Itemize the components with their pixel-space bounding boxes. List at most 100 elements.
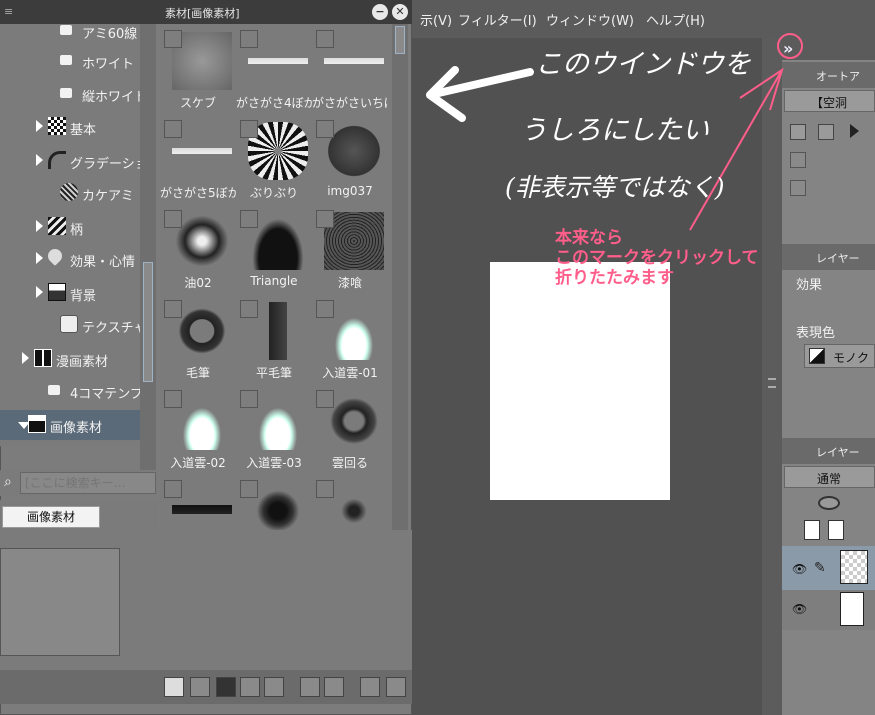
settings-icon[interactable] (360, 677, 380, 697)
paste-icon[interactable] (300, 677, 320, 697)
trash-icon[interactable] (386, 677, 406, 697)
material-cell[interactable]: Triangle (236, 206, 312, 296)
material-checkbox[interactable] (240, 300, 258, 318)
material-checkbox[interactable] (240, 480, 258, 498)
material-panel-titlebar[interactable]: ≡ 素材[画像素材] − ✕ (0, 0, 412, 24)
material-checkbox[interactable] (240, 120, 258, 138)
tree-item[interactable]: カケアミ (0, 178, 140, 208)
tree-item[interactable]: 画像素材 (0, 410, 140, 440)
new-vector-layer-icon[interactable] (828, 520, 844, 540)
layer-row[interactable]: 👁 ✎ (782, 546, 875, 590)
autoaction-check[interactable] (790, 124, 806, 140)
autoaction-set-select[interactable]: 【空洞 (784, 90, 875, 112)
material-checkbox[interactable] (164, 300, 182, 318)
material-cell[interactable]: 毛筆 (160, 296, 236, 386)
material-checkbox[interactable] (164, 480, 182, 498)
eye-icon[interactable]: 👁 (792, 562, 807, 576)
material-cell[interactable]: スケブ (160, 26, 236, 116)
tree-item[interactable]: グラデーション (0, 146, 140, 176)
material-cell[interactable]: 油02 (160, 206, 236, 296)
chevron-right-icon[interactable] (36, 220, 43, 232)
tree-item[interactable]: 柄 (0, 212, 140, 242)
chevron-right-icon[interactable] (36, 252, 43, 264)
menu-view[interactable]: 示(V) (420, 10, 452, 29)
material-cell[interactable]: 漆喰 (312, 206, 388, 296)
search-input[interactable] (20, 472, 156, 494)
material-checkbox[interactable] (316, 480, 334, 498)
material-checkbox[interactable] (240, 30, 258, 48)
color-mode-select[interactable]: モノク (804, 344, 875, 368)
list-view-icon[interactable] (264, 677, 284, 697)
chevron-right-icon[interactable] (36, 154, 43, 166)
tree-item[interactable]: ホワイト (0, 46, 140, 76)
material-checkbox[interactable] (240, 390, 258, 408)
tag-image-material[interactable]: 画像素材 (2, 506, 100, 528)
material-cell[interactable] (236, 476, 312, 530)
material-cell[interactable]: 平毛筆 (236, 296, 312, 386)
tree-scroll-thumb[interactable] (143, 262, 153, 382)
canvas-paper[interactable] (490, 262, 670, 500)
minimize-icon[interactable]: − (372, 4, 388, 20)
material-checkbox[interactable] (316, 390, 334, 408)
tree-item[interactable]: 基本 (0, 112, 140, 142)
material-label: がさがさいちば (312, 96, 388, 110)
autoaction-row-check[interactable] (790, 152, 806, 168)
tree-item[interactable]: 縦ホワイト (0, 79, 140, 109)
blend-mode-select[interactable]: 通常 (784, 466, 875, 488)
material-checkbox[interactable] (164, 210, 182, 228)
large-thumbnail-icon[interactable] (216, 677, 236, 697)
material-checkbox[interactable] (164, 30, 182, 48)
small-thumbnail-icon[interactable] (240, 677, 260, 697)
material-checkbox[interactable] (240, 210, 258, 228)
collapse-panel-icon[interactable]: » (783, 39, 809, 59)
autoaction-record-checkbox[interactable] (818, 124, 834, 140)
tag-bar: 画像素材 (0, 500, 158, 530)
material-cell[interactable]: がさがさいちば (312, 26, 388, 116)
material-cell[interactable]: がさがさ4ぼか (236, 26, 312, 116)
material-checkbox[interactable] (316, 120, 334, 138)
material-cell[interactable]: 入道雲-02 (160, 386, 236, 476)
material-cell[interactable]: 雲回る (312, 386, 388, 476)
chevron-right-icon[interactable] (36, 286, 43, 298)
eye-icon[interactable]: 👁 (792, 602, 807, 616)
material-cell[interactable]: がさがさ5ぼか (160, 116, 236, 206)
canvas-divider[interactable] (762, 38, 782, 715)
new-layer-icon[interactable] (804, 520, 820, 540)
material-checkbox[interactable] (316, 30, 334, 48)
chevron-right-icon[interactable] (36, 120, 43, 132)
menu-help[interactable]: ヘルプ(H) (646, 10, 705, 29)
material-checkbox[interactable] (164, 120, 182, 138)
material-checkbox[interactable] (316, 300, 334, 318)
tree-item[interactable]: アミ60線 (0, 24, 140, 46)
grid-scrollbar[interactable] (392, 24, 408, 530)
layer-row[interactable]: 👁 (782, 590, 875, 630)
tree-item[interactable]: 漫画素材 (0, 344, 140, 374)
material-cell[interactable]: 入道雲-03 (236, 386, 312, 476)
chevron-right-icon[interactable] (22, 352, 29, 364)
play-icon[interactable] (850, 124, 859, 138)
panel-menu-icon[interactable]: ≡ (4, 5, 13, 18)
material-cell[interactable]: 入道雲-01 (312, 296, 388, 386)
autoaction-header: オートア (782, 62, 875, 88)
tree-item[interactable]: 効果・心情 (0, 244, 140, 274)
tree-item[interactable]: 4コマテンプレ (0, 376, 140, 406)
layer-mask-icon[interactable] (818, 496, 840, 510)
autoaction-row-check[interactable] (790, 180, 806, 196)
material-checkbox[interactable] (164, 390, 182, 408)
material-checkbox[interactable] (316, 210, 334, 228)
menu-window[interactable]: ウィンドウ(W) (546, 10, 634, 29)
menu-filter[interactable]: フィルター(I) (458, 10, 537, 29)
material-cell[interactable]: ぶりぶり (236, 116, 312, 206)
splitter-grip-icon[interactable] (768, 378, 776, 388)
import-icon[interactable] (324, 677, 344, 697)
close-icon[interactable]: ✕ (392, 4, 408, 20)
tree-item[interactable]: 背景 (0, 278, 140, 308)
tree-item[interactable]: テクスチャ (0, 310, 140, 340)
detail-view-icon[interactable] (190, 677, 210, 697)
material-cell[interactable] (312, 476, 388, 530)
material-cell[interactable] (160, 476, 236, 530)
checkbox-toggle-icon[interactable] (164, 677, 184, 697)
grid-scroll-thumb[interactable] (395, 26, 405, 54)
material-cell[interactable]: img037 (312, 116, 388, 206)
tree-scrollbar[interactable] (140, 24, 156, 470)
